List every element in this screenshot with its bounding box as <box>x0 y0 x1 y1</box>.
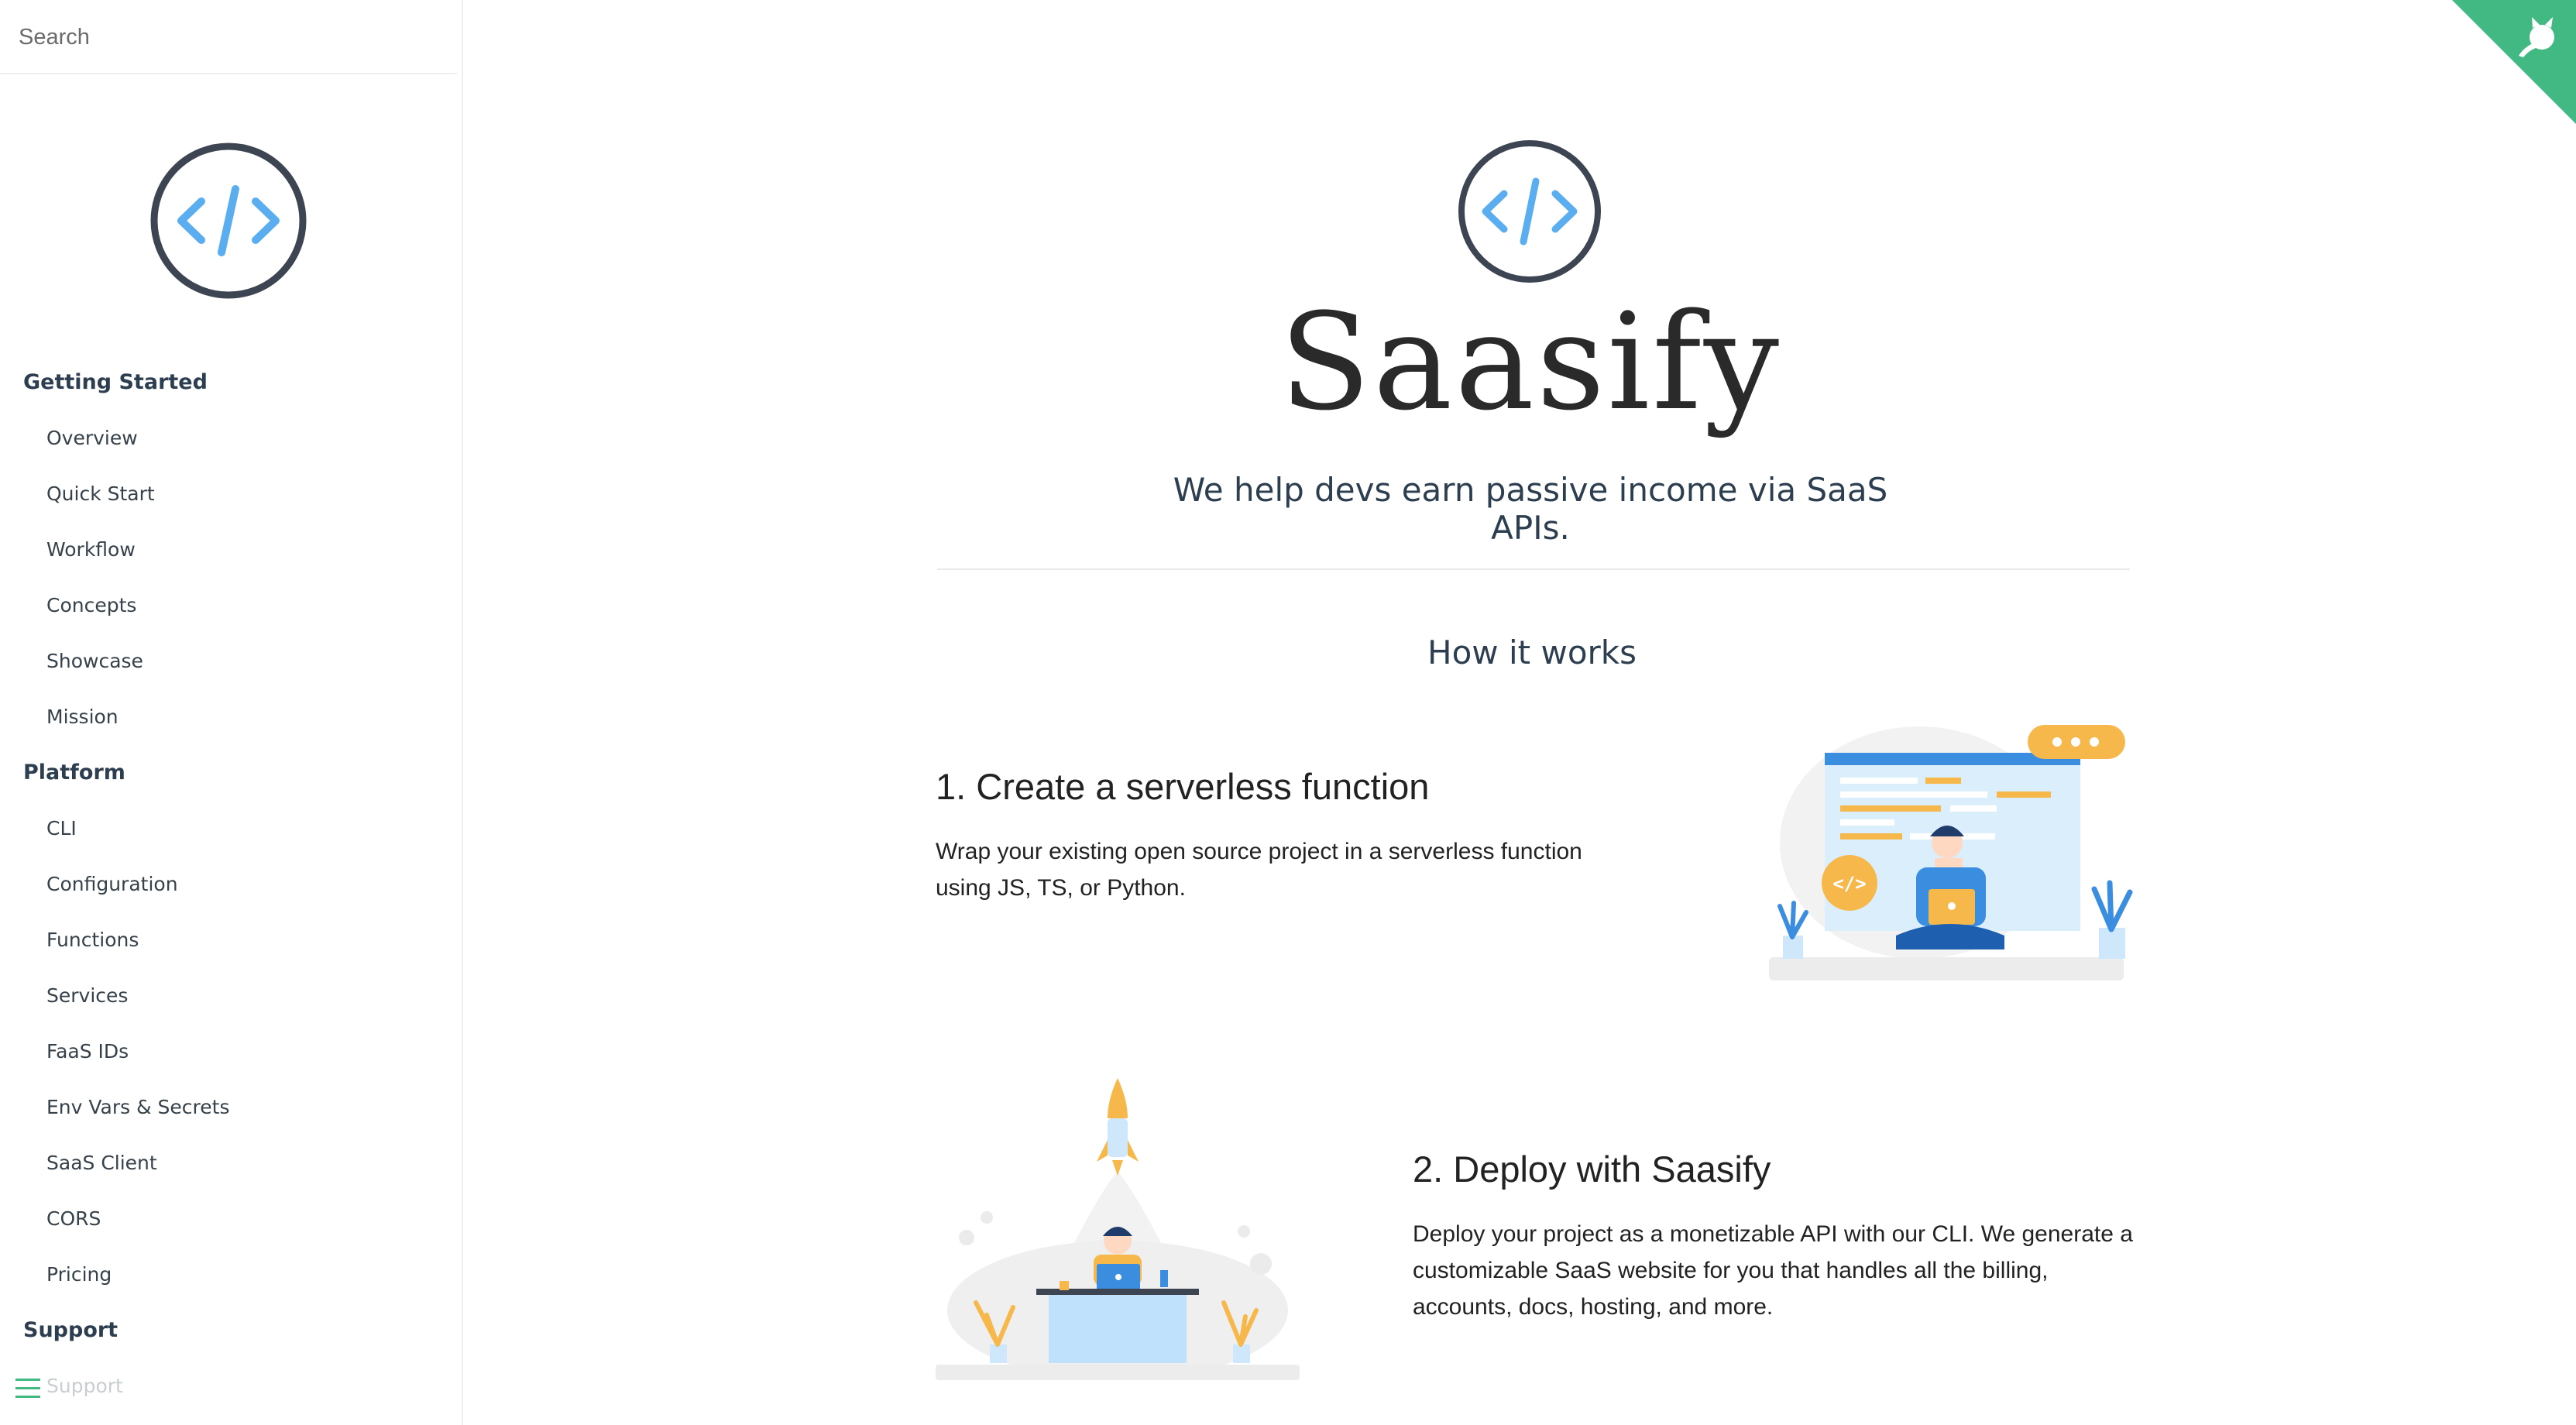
sidebar-item-overview[interactable]: Overview <box>0 410 457 466</box>
sidebar-item-faas-ids[interactable]: FaaS IDs <box>0 1024 457 1080</box>
sidebar-item-services[interactable]: Services <box>0 968 457 1024</box>
sidebar-item-showcase[interactable]: Showcase <box>0 634 457 689</box>
main-content: Saasify We help devs earn passive income… <box>463 0 2576 1425</box>
search-input[interactable] <box>19 19 437 56</box>
sidebar-item-configuration[interactable]: Configuration <box>0 857 457 912</box>
sidebar-item-support[interactable]: Support <box>0 1358 457 1414</box>
sidebar-item-saas-client[interactable]: SaaS Client <box>0 1135 457 1191</box>
nav-section-platform: Platform <box>23 761 125 785</box>
hero-logo-icon <box>1458 140 1601 283</box>
step-1-title: 1. Create a serverless function <box>936 766 1430 807</box>
hero-divider <box>937 568 2130 570</box>
sidebar-item-workflow[interactable]: Workflow <box>0 522 457 578</box>
svg-text:</>: </> <box>1832 873 1866 894</box>
rocket-launch-illustration <box>936 1078 1300 1380</box>
step-1-text: Wrap your existing open source project i… <box>936 839 1582 901</box>
search-box <box>0 0 457 74</box>
nav-section-support: Support <box>23 1318 118 1342</box>
how-it-works-heading: How it works <box>1427 634 1637 671</box>
nav-section-getting-started: Getting Started <box>23 370 208 394</box>
sidebar: Getting Started Overview Quick Start Wor… <box>0 0 463 1425</box>
sidebar-toggle-hamburger-icon[interactable] <box>15 1379 40 1402</box>
sidebar-nav: Getting Started Overview Quick Start Wor… <box>0 355 457 1414</box>
sidebar-item-functions[interactable]: Functions <box>0 912 457 968</box>
sidebar-item-quick-start[interactable]: Quick Start <box>0 466 457 522</box>
step-2-title: 2. Deploy with Saasify <box>1413 1149 1771 1190</box>
developer-laptop-illustration: </> <box>1769 725 2133 980</box>
hero-tagline: We help devs earn passive income via Saa… <box>1173 471 1888 547</box>
sidebar-item-cors[interactable]: CORS <box>0 1191 457 1247</box>
sidebar-item-mission[interactable]: Mission <box>0 689 457 745</box>
sidebar-item-concepts[interactable]: Concepts <box>0 578 457 634</box>
step-2-text: Deploy your project as a monetizable API… <box>1413 1221 2133 1320</box>
sidebar-item-pricing[interactable]: Pricing <box>0 1247 457 1303</box>
hero-title: Saasify <box>1279 284 1782 440</box>
github-corner-icon[interactable] <box>2452 0 2576 124</box>
sidebar-logo-icon[interactable] <box>149 141 308 300</box>
sidebar-item-cli[interactable]: CLI <box>0 801 457 857</box>
sidebar-item-env-vars-secrets[interactable]: Env Vars & Secrets <box>0 1080 457 1135</box>
